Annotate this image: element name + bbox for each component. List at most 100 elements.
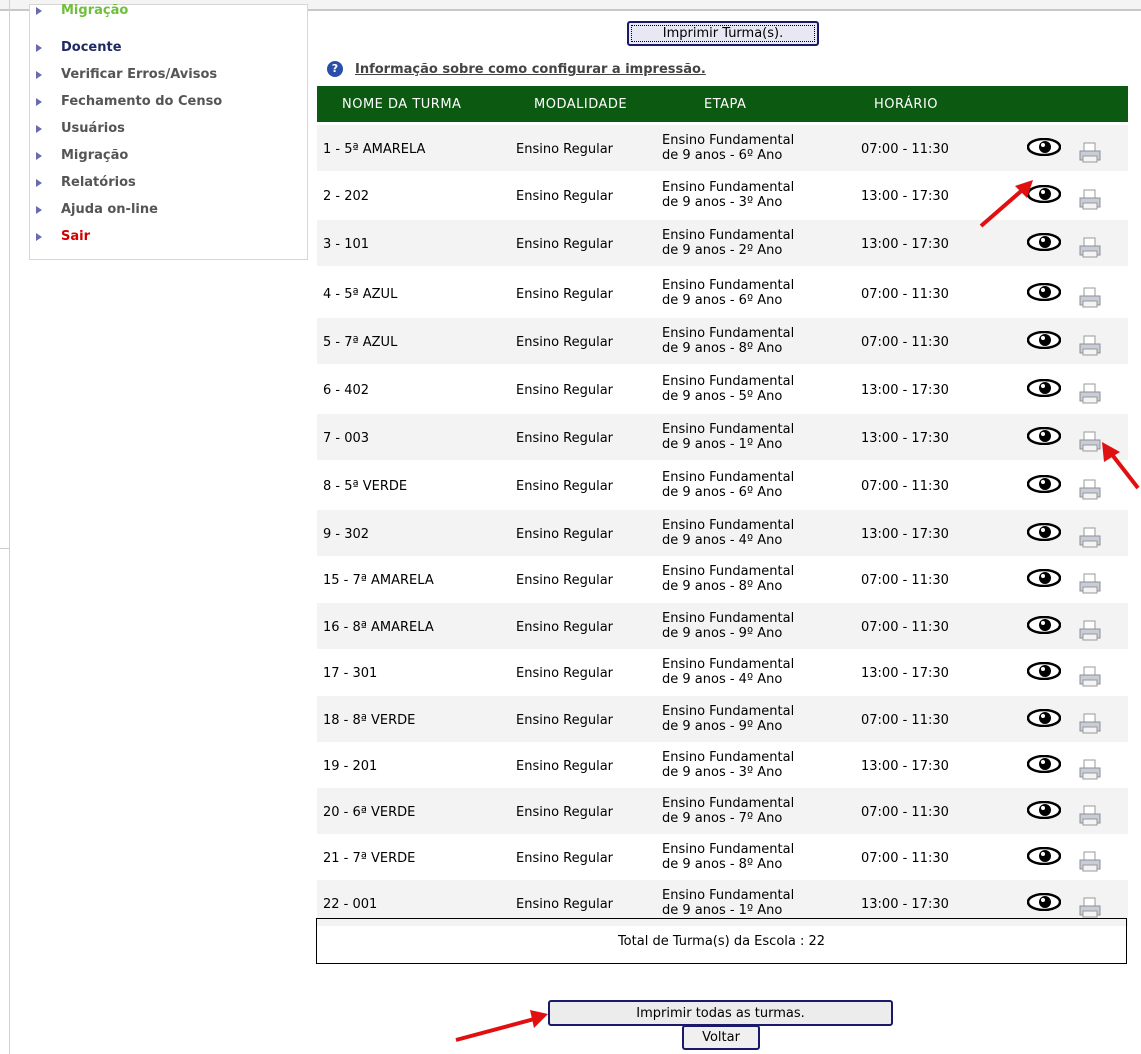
sidebar-item-usuarios[interactable]: Usuários <box>30 117 307 143</box>
printer-icon[interactable] <box>1078 805 1102 827</box>
sidebar-item-docente[interactable]: Docente <box>30 36 307 62</box>
eye-icon[interactable] <box>1027 427 1061 445</box>
etapa-line-2: de 9 anos - 7º Ano <box>662 811 783 826</box>
eye-icon[interactable] <box>1027 847 1061 865</box>
printer-icon[interactable] <box>1078 335 1102 357</box>
turma-etapa: Ensino Fundamental de 9 anos - 4º Ano <box>662 657 794 687</box>
table-row: 1 - 5ª AMARELA Ensino Regular Ensino Funda… <box>317 125 1128 171</box>
eye-icon[interactable] <box>1027 523 1061 541</box>
col-header-nome: NOME DA TURMA <box>342 97 462 112</box>
turma-etapa: Ensino Fundamental de 9 anos - 8º Ano <box>662 326 794 356</box>
etapa-line-2: de 9 anos - 3º Ano <box>662 195 783 210</box>
turma-name: 20 - 6ª VERDE <box>323 805 416 820</box>
sidebar-item-sair[interactable]: Sair <box>30 225 307 251</box>
print-config-link[interactable]: Informação sobre como configurar a impre… <box>355 62 706 77</box>
printer-icon[interactable] <box>1078 237 1102 259</box>
turma-etapa: Ensino Fundamental de 9 anos - 6º Ano <box>662 278 794 308</box>
turma-name: 18 - 8ª VERDE <box>323 713 416 728</box>
sidebar-item-ajuda[interactable]: Ajuda on-line <box>30 198 307 224</box>
eye-icon[interactable] <box>1027 283 1061 301</box>
turma-modalidade: Ensino Regular <box>516 383 614 398</box>
turma-modalidade: Ensino Regular <box>516 713 614 728</box>
turma-name: 6 - 402 <box>323 383 370 398</box>
eye-icon[interactable] <box>1027 755 1061 773</box>
back-button[interactable]: Voltar <box>682 1025 760 1050</box>
printer-icon[interactable] <box>1078 189 1102 211</box>
bullet-arrow-icon <box>36 125 42 133</box>
etapa-line-1: Ensino Fundamental <box>662 326 795 341</box>
print-selected-button[interactable]: Imprimir Turma(s). <box>627 21 819 46</box>
etapa-line-2: de 9 anos - 1º Ano <box>662 437 783 452</box>
printer-icon[interactable] <box>1078 479 1102 501</box>
printer-icon[interactable] <box>1078 431 1102 453</box>
printer-icon[interactable] <box>1078 142 1102 164</box>
turma-horario: 13:00 - 17:30 <box>861 189 949 204</box>
etapa-line-1: Ensino Fundamental <box>662 374 795 389</box>
eye-icon[interactable] <box>1027 893 1061 911</box>
printer-icon[interactable] <box>1078 759 1102 781</box>
turma-modalidade: Ensino Regular <box>516 666 614 681</box>
turma-etapa: Ensino Fundamental de 9 anos - 1º Ano <box>662 888 794 918</box>
turma-horario: 07:00 - 11:30 <box>861 479 949 494</box>
turma-name: 16 - 8ª AMARELA <box>323 620 434 635</box>
printer-icon[interactable] <box>1078 851 1102 873</box>
eye-icon[interactable] <box>1027 801 1061 819</box>
printer-icon[interactable] <box>1078 573 1102 595</box>
sidebar-item-migracao[interactable]: Migração <box>30 144 307 170</box>
turma-etapa: Ensino Fundamental de 9 anos - 8º Ano <box>662 842 794 872</box>
etapa-line-2: de 9 anos - 1º Ano <box>662 903 783 918</box>
turma-name: 8 - 5ª VERDE <box>323 479 408 494</box>
printer-icon[interactable] <box>1078 527 1102 549</box>
sidebar-item-migracao-top[interactable]: Migração <box>30 0 307 25</box>
bullet-arrow-icon <box>36 152 42 160</box>
sidebar-item-verificar-erros[interactable]: Verificar Erros/Avisos <box>30 63 307 89</box>
etapa-line-1: Ensino Fundamental <box>662 518 795 533</box>
eye-icon[interactable] <box>1027 616 1061 634</box>
printer-icon[interactable] <box>1078 620 1102 642</box>
etapa-line-1: Ensino Fundamental <box>662 657 795 672</box>
eye-icon[interactable] <box>1027 662 1061 680</box>
eye-icon[interactable] <box>1027 331 1061 349</box>
eye-icon[interactable] <box>1027 233 1061 251</box>
turma-name: 22 - 001 <box>323 897 378 912</box>
etapa-line-2: de 9 anos - 8º Ano <box>662 857 783 872</box>
turma-horario: 13:00 - 17:30 <box>861 431 949 446</box>
eye-icon[interactable] <box>1027 569 1061 587</box>
table-row: 17 - 301 Ensino Regular Ensino Fundamental… <box>317 649 1128 695</box>
turma-modalidade: Ensino Regular <box>516 142 614 157</box>
etapa-line-2: de 9 anos - 6º Ano <box>662 148 783 163</box>
turma-name: 9 - 302 <box>323 527 370 542</box>
frame-notch <box>0 548 9 559</box>
table-row: 7 - 003 Ensino Regular Ensino Fundamental d… <box>317 414 1128 460</box>
etapa-line-1: Ensino Fundamental <box>662 842 795 857</box>
etapa-line-1: Ensino Fundamental <box>662 278 795 293</box>
printer-icon[interactable] <box>1078 713 1102 735</box>
turma-horario: 07:00 - 11:30 <box>861 805 949 820</box>
print-all-button[interactable]: Imprimir todas as turmas. <box>548 1000 893 1026</box>
eye-icon[interactable] <box>1027 709 1061 727</box>
printer-icon[interactable] <box>1078 666 1102 688</box>
eye-icon[interactable] <box>1027 138 1061 156</box>
printer-icon[interactable] <box>1078 897 1102 919</box>
printer-icon[interactable] <box>1078 383 1102 405</box>
eye-icon[interactable] <box>1027 185 1061 203</box>
turma-name: 21 - 7ª VERDE <box>323 851 416 866</box>
sidebar-item-relatorios[interactable]: Relatórios <box>30 171 307 197</box>
sidebar-item-fechamento-censo[interactable]: Fechamento do Censo <box>30 90 307 116</box>
etapa-line-2: de 9 anos - 6º Ano <box>662 485 783 500</box>
table-row: 9 - 302 Ensino Regular Ensino Fundamental d… <box>317 510 1128 556</box>
eye-icon[interactable] <box>1027 475 1061 493</box>
table-row: 5 - 7ª AZUL Ensino Regular Ensino Fundamen… <box>317 318 1128 364</box>
left-frame-border <box>9 0 10 1054</box>
table-row: 18 - 8ª VERDE Ensino Regular Ensino Fundam… <box>317 696 1128 742</box>
eye-icon[interactable] <box>1027 379 1061 397</box>
col-header-horario: HORÁRIO <box>874 97 939 112</box>
etapa-line-2: de 9 anos - 8º Ano <box>662 341 783 356</box>
bullet-arrow-icon <box>36 233 42 241</box>
etapa-line-1: Ensino Fundamental <box>662 228 795 243</box>
turma-etapa: Ensino Fundamental de 9 anos - 2º Ano <box>662 228 794 258</box>
etapa-line-1: Ensino Fundamental <box>662 888 795 903</box>
turma-etapa: Ensino Fundamental de 9 anos - 9º Ano <box>662 611 794 641</box>
printer-icon[interactable] <box>1078 287 1102 309</box>
bullet-arrow-icon <box>36 179 42 187</box>
